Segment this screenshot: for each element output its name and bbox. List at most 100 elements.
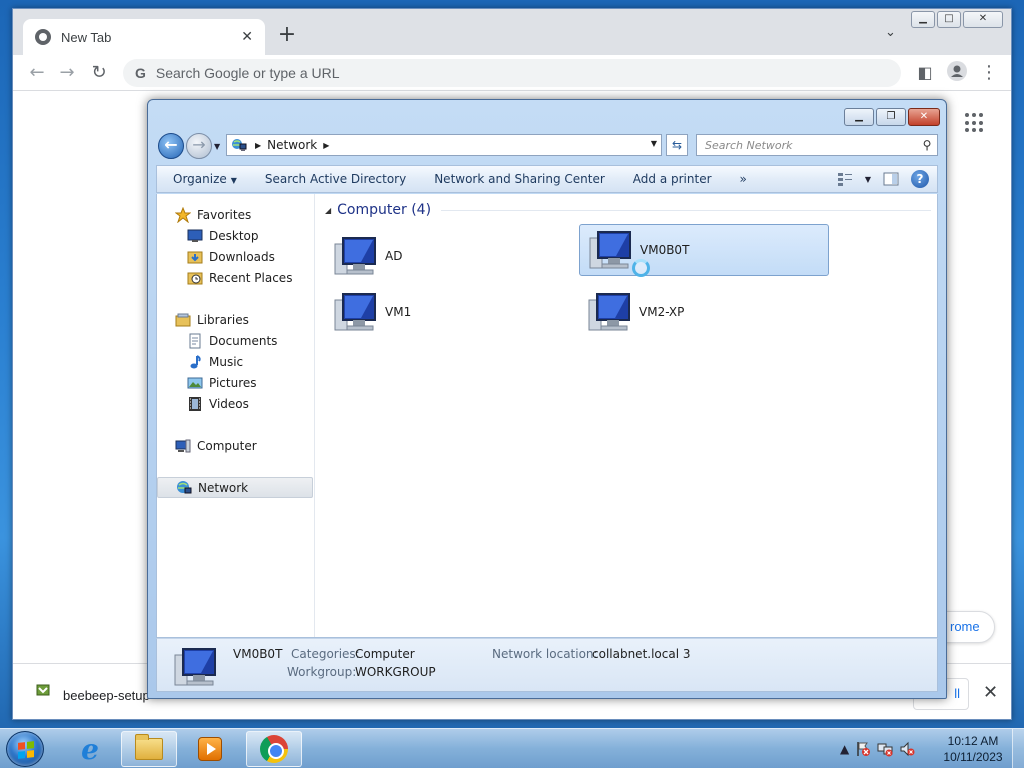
network-computer-icon [588, 293, 630, 331]
reload-button[interactable]: ↻ [87, 61, 111, 85]
recent-pages-dropdown-icon[interactable]: ▼ [214, 142, 220, 151]
nav-documents[interactable]: Documents [157, 330, 313, 351]
computer-item-vm2-xp[interactable]: VM2-XP [579, 286, 829, 338]
computer-item-ad[interactable]: AD [325, 230, 575, 282]
explorer-close-button[interactable]: ✕ [908, 108, 940, 126]
explorer-maximize-button[interactable]: ❐ [876, 108, 906, 126]
group-header-computer[interactable]: ◢ Computer (4) [325, 202, 931, 218]
taskbar: e ▲ 10:12 AM 10/11/2023 [0, 728, 1024, 768]
new-tab-button[interactable]: + [275, 23, 299, 47]
nav-libraries[interactable]: Libraries [157, 309, 313, 330]
organize-button[interactable]: Organize ▼ [157, 172, 251, 186]
taskbar-windows-explorer[interactable] [121, 731, 177, 767]
libraries-icon [175, 313, 191, 326]
show-hidden-icons-arrow[interactable]: ▲ [840, 742, 849, 756]
internet-explorer-icon: e [81, 732, 99, 766]
computer-item-vm1[interactable]: VM1 [325, 286, 575, 338]
back-arrow-icon[interactable]: ← [158, 133, 184, 159]
nav-network[interactable]: Network [157, 477, 313, 498]
menu-kebab-icon[interactable]: ⋮ [977, 61, 1001, 85]
network-icon [232, 139, 247, 151]
network-tray-icon[interactable] [877, 741, 893, 757]
preview-pane-icon[interactable] [883, 171, 899, 187]
network-computer-icon [334, 293, 376, 331]
nav-downloads[interactable]: Downloads [157, 246, 313, 267]
folder-icon [135, 734, 163, 760]
search-icon[interactable]: ⚲ [917, 138, 937, 152]
address-dropdown-icon[interactable]: ▼ [651, 139, 657, 148]
system-tray: ▲ [840, 729, 915, 768]
chrome-toolbar: ← → ↻ G Search Google or type a URL ◧ ⋮ [13, 55, 1011, 91]
computer-item-vm0b0t[interactable]: VM0B0T [579, 224, 829, 277]
breadcrumb-arrow-icon[interactable]: ▶ [323, 141, 329, 150]
show-desktop-button[interactable] [1012, 729, 1024, 768]
search-active-directory-button[interactable]: Search Active Directory [251, 172, 420, 186]
view-dropdown-icon[interactable]: ▼ [865, 175, 871, 184]
desktop-icon [187, 229, 203, 242]
music-note-icon [190, 354, 201, 368]
nav-recent-places[interactable]: Recent Places [157, 267, 313, 288]
google-apps-icon[interactable] [965, 113, 985, 133]
search-input[interactable]: Search Network ⚲ [696, 134, 938, 156]
maximize-button[interactable]: □ [937, 11, 961, 28]
details-computer-name: VM0B0T [233, 647, 283, 661]
nav-computer[interactable]: Computer [157, 435, 313, 456]
profile-icon[interactable] [945, 61, 969, 85]
close-button[interactable]: ✕ [963, 11, 1003, 28]
collapse-triangle-icon[interactable]: ◢ [325, 206, 331, 215]
explorer-body: Favorites Desktop Downloads Recent Place… [156, 194, 938, 638]
omnibox[interactable]: G Search Google or type a URL [123, 59, 901, 87]
chrome-tab-icon [35, 29, 51, 45]
forward-arrow-icon[interactable]: → [186, 133, 212, 159]
omnibox-placeholder: Search Google or type a URL [155, 65, 340, 81]
system-clock[interactable]: 10:12 AM 10/11/2023 [940, 733, 1006, 765]
nav-pictures[interactable]: Pictures [157, 372, 313, 393]
chevron-down-icon: ▼ [230, 176, 237, 185]
network-location-value: collabnet.local 3 [592, 647, 691, 661]
add-printer-button[interactable]: Add a printer [619, 172, 726, 186]
downloads-folder-icon [187, 251, 203, 263]
workgroup-value: WORKGROUP [355, 665, 436, 679]
change-view-icon[interactable] [837, 171, 853, 187]
taskbar-internet-explorer[interactable]: e [62, 731, 118, 767]
breadcrumb-network[interactable]: Network [267, 138, 317, 152]
action-center-flag-icon[interactable] [855, 741, 871, 757]
more-commands-button[interactable]: » [726, 172, 761, 186]
nav-videos[interactable]: Videos [157, 393, 313, 414]
explorer-minimize-button[interactable]: ▁ [844, 108, 874, 126]
side-panel-icon[interactable]: ◧ [913, 61, 937, 85]
taskbar-chrome[interactable] [246, 731, 302, 767]
taskbar-media-player[interactable] [182, 731, 238, 767]
help-icon[interactable]: ? [911, 170, 929, 188]
minimize-button[interactable]: ▁ [911, 11, 935, 28]
content-pane: ◢ Computer (4) AD VM0B0T VM1 VM2-XP [317, 194, 937, 637]
address-bar[interactable]: ▶ Network ▶ ▼ [226, 134, 662, 156]
nav-desktop[interactable]: Desktop [157, 225, 313, 246]
explorer-window: ▁ ❐ ✕ ← → ▼ ▶ Network ▶ ▼ ⇆ Search Netwo… [147, 99, 947, 699]
tab-new-tab[interactable]: New Tab ✕ [23, 19, 265, 55]
command-bar: Organize ▼ Search Active Directory Networ… [156, 165, 938, 193]
tab-search-chevron-icon[interactable]: ⌄ [885, 25, 896, 40]
back-button[interactable]: ← [25, 61, 49, 85]
tab-title: New Tab [61, 29, 112, 45]
tab-close-icon[interactable]: ✕ [241, 29, 253, 45]
workgroup-label: Workgroup: [287, 665, 357, 679]
star-icon [175, 206, 191, 223]
volume-muted-icon[interactable] [899, 741, 915, 757]
breadcrumb-arrow-icon[interactable]: ▶ [255, 141, 261, 150]
videos-film-icon [189, 396, 201, 411]
shelf-close-icon[interactable]: ✕ [983, 682, 998, 703]
busy-cursor-icon [632, 259, 650, 277]
nav-favorites[interactable]: Favorites [157, 204, 313, 225]
computer-name: VM1 [385, 305, 412, 319]
download-filename[interactable]: beebeep-setup [63, 688, 150, 703]
network-location-label: Network location: [492, 647, 598, 661]
start-button[interactable] [6, 731, 44, 767]
refresh-icon[interactable]: ⇆ [666, 134, 688, 156]
network-computer-icon [174, 648, 216, 686]
clock-time: 10:12 AM [947, 734, 999, 748]
recent-places-icon [187, 272, 203, 284]
forward-button[interactable]: → [55, 61, 79, 85]
nav-music[interactable]: Music [157, 351, 313, 372]
network-sharing-center-button[interactable]: Network and Sharing Center [420, 172, 619, 186]
